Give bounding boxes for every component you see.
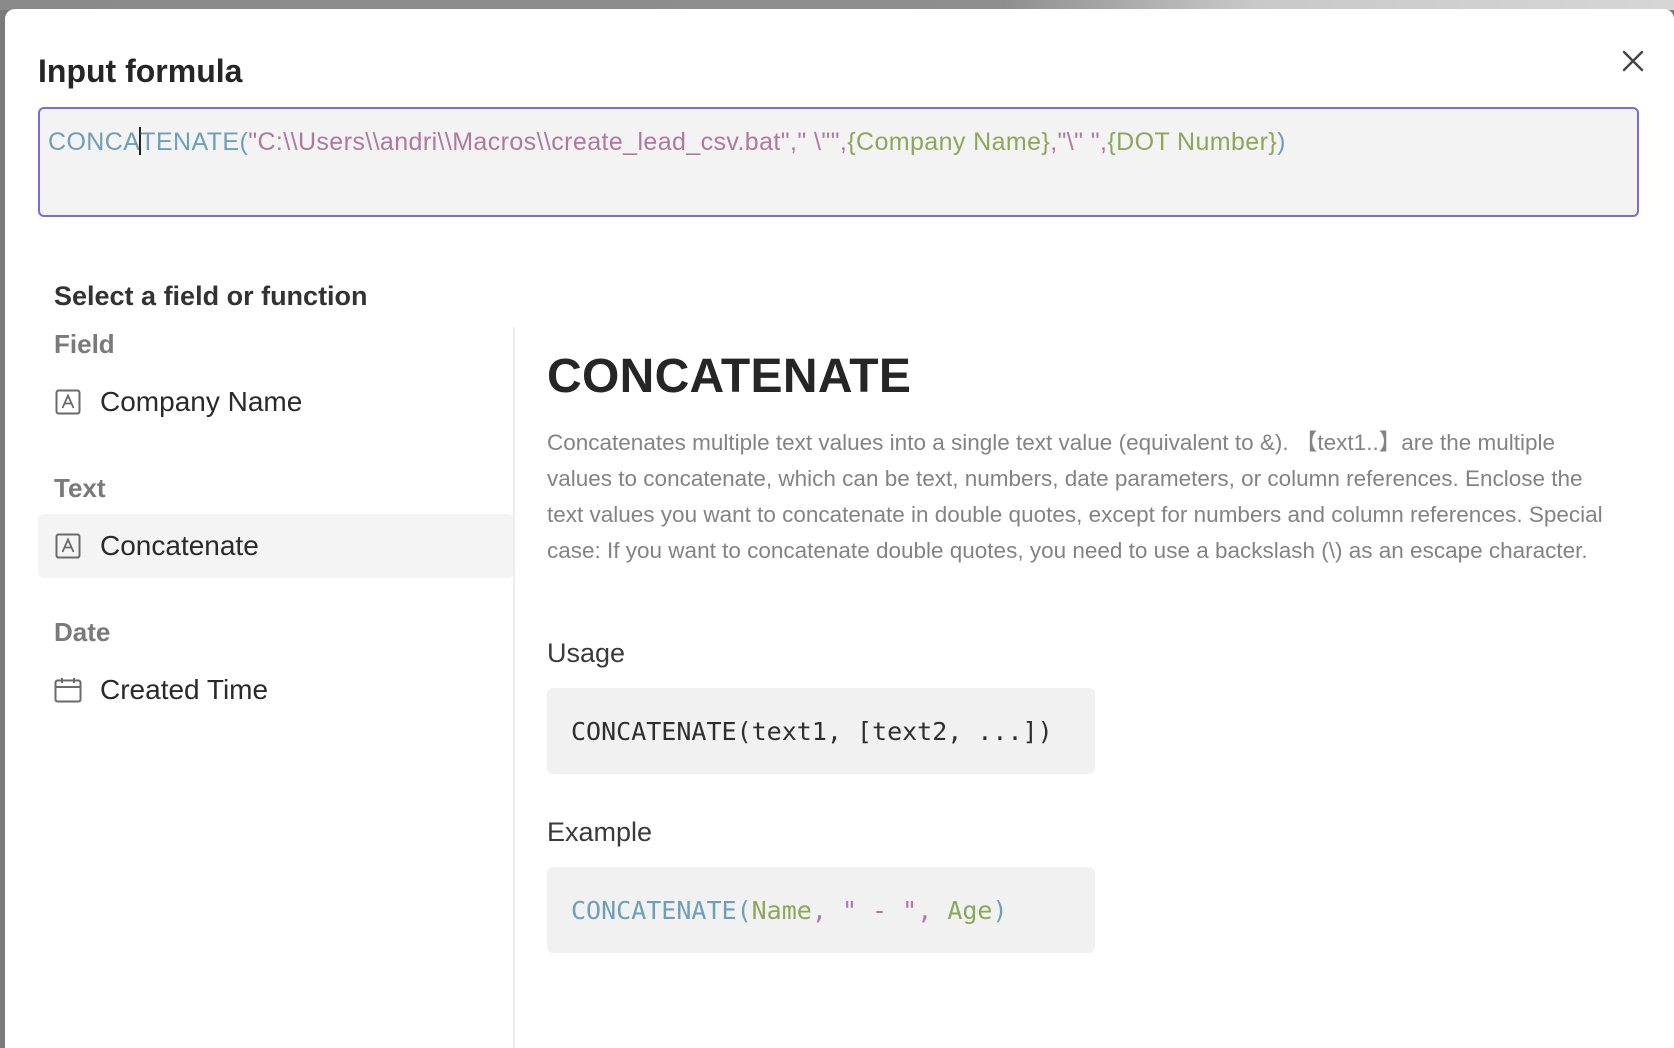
example-code-block: CONCATENATE(Name, " - ", Age) bbox=[547, 867, 1095, 953]
usage-code: CONCATENATE(text1, [text2, ...]) bbox=[571, 716, 1053, 746]
list-item-company-name[interactable]: Company Name bbox=[38, 370, 514, 434]
group-title-date: Date bbox=[54, 617, 111, 647]
field-function-list: Field Company Name Text Concatenate Date bbox=[38, 327, 514, 1048]
select-field-or-function-label: Select a field or function bbox=[54, 281, 368, 311]
example-separator-1: , bbox=[811, 895, 842, 925]
close-icon bbox=[1622, 50, 1644, 72]
close-button[interactable] bbox=[1611, 39, 1655, 83]
group-title-field: Field bbox=[54, 329, 115, 359]
formula-input[interactable]: CONCATENATE("C:\\Users\\andri\\Macros\\c… bbox=[38, 107, 1639, 217]
panel-divider bbox=[513, 327, 515, 1048]
text-field-icon bbox=[54, 532, 82, 560]
formula-function-part1: CONCA bbox=[48, 128, 141, 156]
formula-close-paren: ) bbox=[1277, 128, 1286, 156]
formula-function-part2: TENATE( bbox=[140, 128, 249, 156]
list-item-label: Created Time bbox=[100, 674, 269, 705]
example-string: " - " bbox=[841, 895, 918, 925]
list-item-concatenate[interactable]: Concatenate bbox=[38, 514, 514, 578]
function-title: CONCATENATE bbox=[547, 350, 912, 403]
example-close-paren: ) bbox=[992, 895, 1008, 925]
formula-string-1: "C:\\Users\\andri\\Macros\\create_lead_c… bbox=[248, 128, 848, 156]
example-separator-2: , bbox=[917, 895, 948, 925]
example-label: Example bbox=[547, 817, 653, 847]
formula-field-dot-number: {DOT Number} bbox=[1107, 128, 1278, 156]
text-field-icon bbox=[54, 388, 82, 416]
example-function: CONCATENATE( bbox=[571, 895, 752, 925]
formula-field-company-name: {Company Name} bbox=[847, 128, 1051, 156]
usage-code-block: CONCATENATE(text1, [text2, ...]) bbox=[547, 688, 1095, 774]
function-description: Concatenates multiple text values into a… bbox=[547, 430, 1603, 563]
list-item-created-time[interactable]: Created Time bbox=[38, 658, 514, 722]
example-arg-name: Name bbox=[751, 895, 812, 925]
list-item-label: Company Name bbox=[100, 386, 303, 417]
usage-label: Usage bbox=[547, 638, 626, 668]
list-item-label: Concatenate bbox=[100, 530, 259, 561]
group-title-text: Text bbox=[54, 473, 106, 503]
dialog-title: Input formula bbox=[38, 53, 243, 89]
input-formula-dialog: Input formula CONCATENATE("C:\\Users\\an… bbox=[5, 9, 1674, 1048]
calendar-icon bbox=[54, 676, 82, 704]
function-detail-panel: CONCATENATE Concatenates multiple text v… bbox=[547, 327, 1627, 1048]
example-arg-age: Age bbox=[947, 895, 993, 925]
formula-string-2: ,"\" ", bbox=[1050, 128, 1108, 156]
